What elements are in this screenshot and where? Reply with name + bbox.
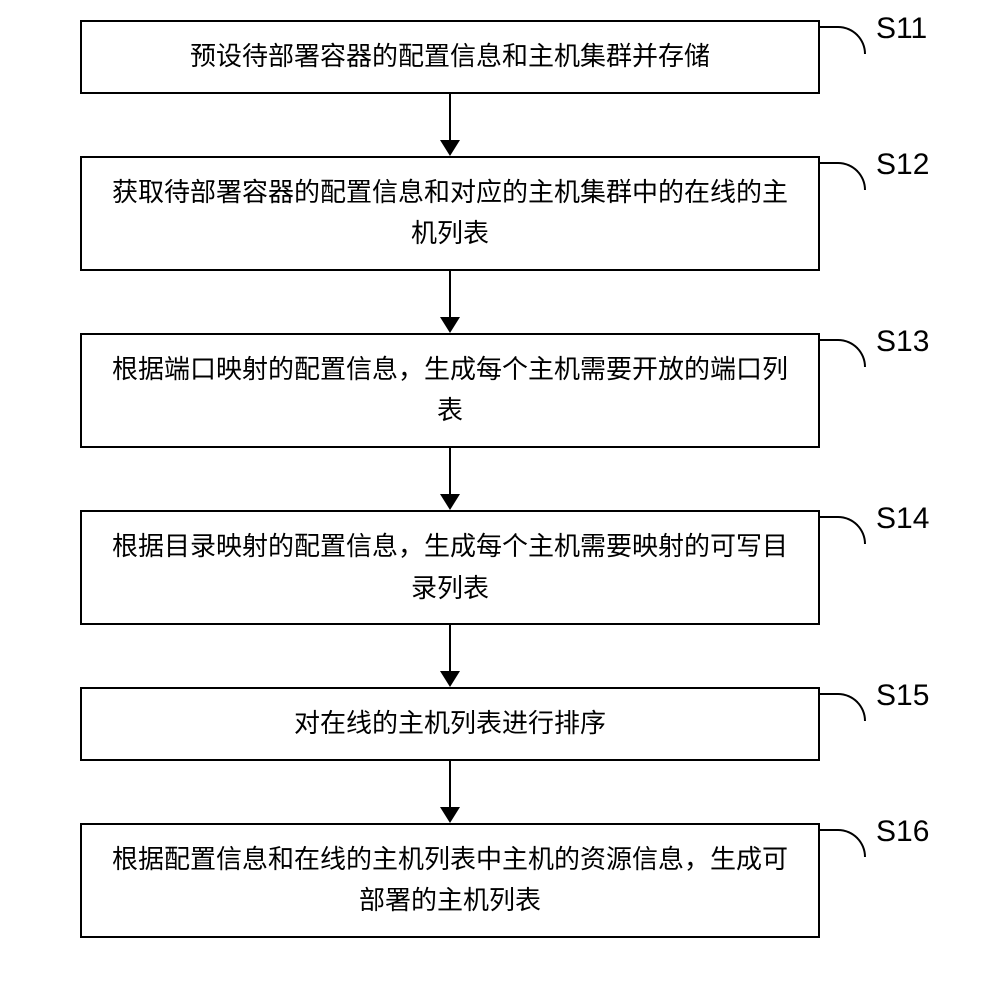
arrow-down-icon (440, 761, 460, 823)
step-box-s13: 根据端口映射的配置信息，生成每个主机需要开放的端口列表 (80, 333, 820, 448)
step-row-2: 获取待部署容器的配置信息和对应的主机集群中的在线的主机列表 S12 (40, 156, 960, 271)
step-text: 预设待部署容器的配置信息和主机集群并存储 (190, 36, 710, 78)
step-text: 对在线的主机列表进行排序 (294, 703, 606, 745)
connector-curve-icon (818, 829, 866, 857)
step-row-3: 根据端口映射的配置信息，生成每个主机需要开放的端口列表 S13 (40, 333, 960, 448)
connector-curve-icon (818, 26, 866, 54)
step-text: 根据配置信息和在线的主机列表中主机的资源信息，生成可部署的主机列表 (102, 839, 798, 922)
connector-curve-icon (818, 693, 866, 721)
step-label: S13 (876, 325, 929, 359)
step-row-6: 根据配置信息和在线的主机列表中主机的资源信息，生成可部署的主机列表 S16 (40, 823, 960, 938)
step-label: S16 (876, 815, 929, 849)
step-box-s16: 根据配置信息和在线的主机列表中主机的资源信息，生成可部署的主机列表 (80, 823, 820, 938)
flowchart-container: 预设待部署容器的配置信息和主机集群并存储 S11 获取待部署容器的配置信息和对应… (40, 20, 960, 938)
step-text: 根据目录映射的配置信息，生成每个主机需要映射的可写目录列表 (102, 526, 798, 609)
step-box-s15: 对在线的主机列表进行排序 (80, 687, 820, 761)
step-label: S12 (876, 148, 929, 182)
step-row-5: 对在线的主机列表进行排序 S15 (40, 687, 960, 761)
step-row-4: 根据目录映射的配置信息，生成每个主机需要映射的可写目录列表 S14 (40, 510, 960, 625)
step-row-1: 预设待部署容器的配置信息和主机集群并存储 S11 (40, 20, 960, 94)
step-text: 获取待部署容器的配置信息和对应的主机集群中的在线的主机列表 (102, 172, 798, 255)
arrow-down-icon (440, 448, 460, 510)
arrow-down-icon (440, 94, 460, 156)
step-label: S15 (876, 679, 929, 713)
step-label: S11 (876, 12, 927, 46)
step-box-s12: 获取待部署容器的配置信息和对应的主机集群中的在线的主机列表 (80, 156, 820, 271)
step-label: S14 (876, 502, 929, 536)
connector-curve-icon (818, 162, 866, 190)
step-text: 根据端口映射的配置信息，生成每个主机需要开放的端口列表 (102, 349, 798, 432)
connector-curve-icon (818, 516, 866, 544)
arrow-down-icon (440, 271, 460, 333)
step-box-s14: 根据目录映射的配置信息，生成每个主机需要映射的可写目录列表 (80, 510, 820, 625)
step-box-s11: 预设待部署容器的配置信息和主机集群并存储 (80, 20, 820, 94)
connector-curve-icon (818, 339, 866, 367)
arrow-down-icon (440, 625, 460, 687)
